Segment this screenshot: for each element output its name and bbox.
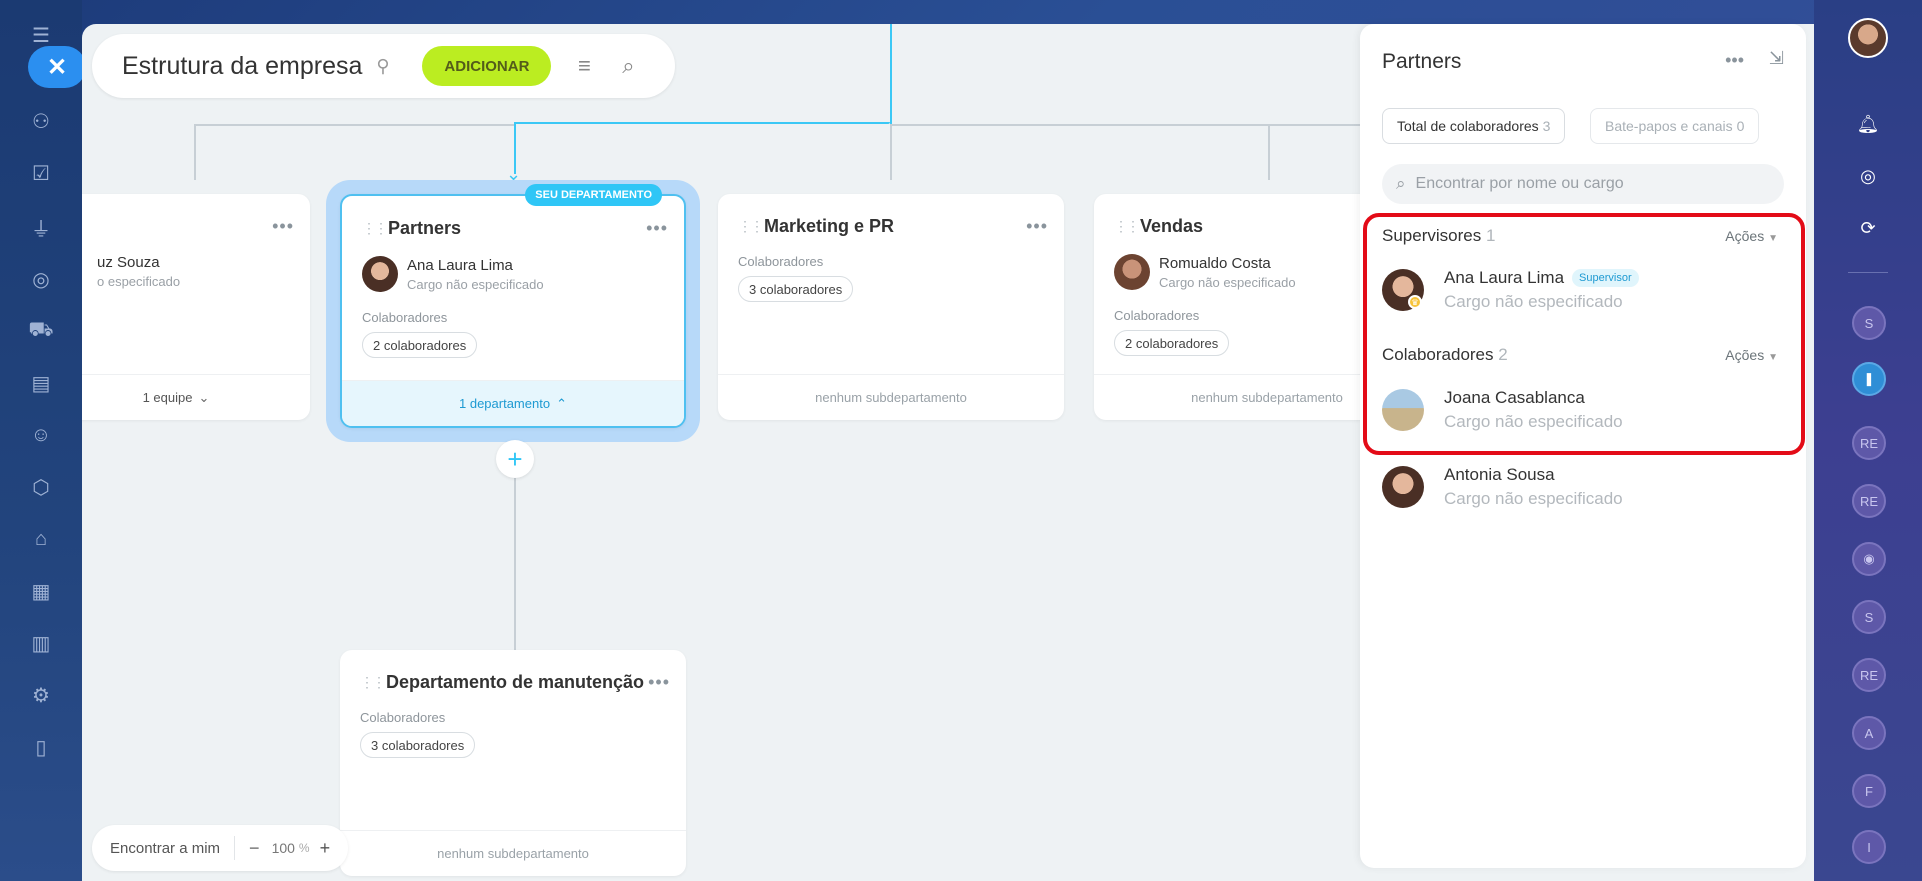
card-footer: nenhum subdepartamento <box>340 830 686 876</box>
bookmark-icon[interactable]: ❚ <box>1852 362 1886 396</box>
collaborators-count[interactable]: 3 colaboradores <box>360 732 476 758</box>
search-icon[interactable]: ⌕ <box>617 53 639 79</box>
chat-chip[interactable]: RE <box>1852 658 1886 692</box>
collaborator-row[interactable]: Antonia Sousa Cargo não especificado <box>1382 465 1623 509</box>
more-icon[interactable]: ••• <box>272 216 294 237</box>
collaborators-count[interactable]: 3 colaboradores <box>738 276 854 302</box>
chart-icon[interactable]: ▥ <box>26 628 56 658</box>
chat-chip[interactable]: S <box>1852 306 1886 340</box>
close-button[interactable]: ✕ <box>28 46 86 88</box>
card-footer[interactable]: 1 equipe ⌄ <box>82 374 310 420</box>
divider <box>234 836 236 860</box>
pin-icon[interactable]: ⚲ <box>376 56 400 77</box>
zoom-in-button[interactable]: + <box>320 838 331 859</box>
page-title: Estrutura da empresa <box>122 51 363 80</box>
drag-handle-icon[interactable]: ⋮⋮ <box>1114 218 1140 235</box>
tab-bate-papos[interactable]: Bate-papos e canais 0 <box>1590 108 1760 144</box>
radar-icon[interactable]: ◎ <box>1852 160 1884 192</box>
department-card-marketing[interactable]: ⋮⋮ Marketing e PR ••• Colaboradores 3 co… <box>718 194 1064 420</box>
collaborators-count[interactable]: 2 colaboradores <box>1114 330 1230 356</box>
header-bar: Estrutura da empresa ⚲ ADICIONAR ≡ ⌕ <box>92 34 675 98</box>
users-icon[interactable]: ⚇ <box>26 106 56 136</box>
chat-chip[interactable]: RE <box>1852 484 1886 518</box>
more-icon[interactable]: ••• <box>1725 50 1744 71</box>
settings-icon[interactable]: ⚙ <box>26 680 56 710</box>
company-structure-icon[interactable]: ▤ <box>26 368 56 398</box>
department-card-partners[interactable]: SEU DEPARTAMENTO ⋮⋮ Partners ••• Ana Lau… <box>340 184 686 428</box>
search-icon: ⌕ <box>1396 174 1406 193</box>
connector-line <box>514 122 890 124</box>
calendar-icon[interactable]: ▦ <box>26 576 56 606</box>
avatar <box>1114 254 1150 290</box>
tasks-icon[interactable]: ☑ <box>26 158 56 188</box>
more-icon[interactable]: ••• <box>646 218 668 239</box>
subdepartment-toggle[interactable]: 1 departamento ⌃ <box>342 380 684 426</box>
filter-icon[interactable]: ⏚ <box>26 212 56 242</box>
department-card-manutencao[interactable]: ⋮⋮ Departamento de manutenção ••• Colabo… <box>340 650 686 876</box>
collapse-icon[interactable]: ⇲ <box>1769 48 1784 69</box>
collaborators-count[interactable]: 2 colaboradores <box>362 332 478 358</box>
connector-line <box>194 124 514 126</box>
zoom-level: 100 <box>271 840 295 856</box>
tab-total-colaboradores[interactable]: Total de colaboradores 3 <box>1382 108 1566 144</box>
annotation-highlight-box <box>1363 213 1805 455</box>
chat-chip[interactable]: RE <box>1852 426 1886 460</box>
connector-line <box>890 124 892 180</box>
panel-title: Partners <box>1382 50 1462 73</box>
chat-chip[interactable]: I <box>1852 830 1886 864</box>
sync-icon[interactable]: ⟳ <box>1852 212 1884 244</box>
right-sidebar: 🔔︎ ◎ ⟳ S ❚ RE RE ◉ S RE A F I <box>1814 0 1922 881</box>
menu-icon[interactable]: ≡ <box>573 53 595 79</box>
zoom-unit: % <box>298 841 310 855</box>
add-button[interactable]: ADICIONAR <box>422 46 552 86</box>
avatar <box>1382 466 1424 508</box>
zoom-out-button[interactable]: − <box>249 838 260 859</box>
department-head[interactable]: Romualdo Costa Cargo não especificado <box>1114 254 1296 290</box>
more-icon[interactable]: ••• <box>1026 216 1048 237</box>
drag-handle-icon[interactable]: ⋮⋮ <box>738 218 764 235</box>
target-icon[interactable]: ◎ <box>26 264 56 294</box>
search-input[interactable]: ⌕ Encontrar por nome ou cargo <box>1382 164 1784 204</box>
document-icon[interactable]: ▯ <box>26 732 56 762</box>
chat-chip[interactable]: A <box>1852 716 1886 750</box>
drag-handle-icon[interactable]: ⋮⋮ <box>362 220 388 237</box>
divider <box>1848 272 1888 273</box>
zoom-controls: Encontrar a mim − 100 % + <box>92 825 348 871</box>
bell-icon[interactable]: 🔔︎ <box>1852 108 1884 140</box>
left-sidebar: ☰ ✕ ⚇ ☑ ⏚ ◎ ⛟ ▤ ☺ ⬡ ⌂ ▦ ▥ ⚙ ▯ <box>0 0 86 881</box>
chevron-up-icon: ⌃ <box>556 395 567 411</box>
card-footer: nenhum subdepartamento <box>718 374 1064 420</box>
add-subdepartment-button[interactable]: + <box>496 440 534 478</box>
connector-line <box>194 124 196 180</box>
department-head[interactable]: uz Souza o especificado <box>88 254 180 289</box>
connector-line <box>892 124 1362 126</box>
connector-line <box>1268 124 1270 180</box>
chevron-down-icon: ⌄ <box>198 389 210 405</box>
user-avatar[interactable] <box>1848 18 1888 58</box>
chat-chip[interactable]: S <box>1852 600 1886 634</box>
more-icon[interactable]: ••• <box>648 672 670 693</box>
box-icon[interactable]: ⬡ <box>26 472 56 502</box>
department-card[interactable]: ••• uz Souza o especificado 1 equipe ⌄ <box>82 194 310 420</box>
copilot-icon[interactable]: ◉ <box>1852 542 1886 576</box>
find-me-button[interactable]: Encontrar a mim <box>110 840 220 857</box>
chat-chip[interactable]: F <box>1852 774 1886 808</box>
cart-icon[interactable]: ⛟ <box>26 316 56 346</box>
warehouse-icon[interactable]: ⌂ <box>26 524 56 554</box>
avatar <box>362 256 398 292</box>
department-head[interactable]: Ana Laura Lima Cargo não especificado <box>362 256 544 292</box>
drag-handle-icon[interactable]: ⋮⋮ <box>360 674 386 691</box>
your-department-badge: SEU DEPARTAMENTO <box>525 184 662 206</box>
robot-icon[interactable]: ☺ <box>26 420 56 450</box>
connector-line <box>890 24 892 124</box>
